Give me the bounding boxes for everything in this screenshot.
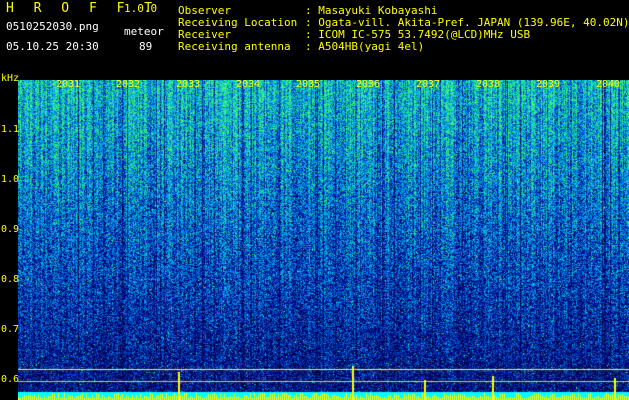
info-value-antenna: : A504HB(yagi 4el) (305, 40, 425, 53)
info-label-location: Receiving Location (178, 16, 298, 29)
y-tick-label: 1.0 (1, 174, 20, 185)
y-tick-label: 1.1 (1, 124, 20, 135)
x-tick-label: 2040 (596, 79, 621, 90)
app-version: 1.0.0 (124, 2, 158, 15)
y-tick-label: 0.8 (1, 274, 20, 285)
x-tick-label: 2032 (116, 79, 141, 90)
x-tick-label: 2035 (296, 79, 321, 90)
x-tick-label: 2039 (536, 79, 561, 90)
meteor-count: 89 (139, 40, 153, 53)
info-value-observer: : Masayuki Kobayashi (305, 4, 438, 17)
x-tick-label: 2037 (416, 79, 441, 90)
x-tick-label: 2031 (56, 79, 81, 90)
x-tick-label: 2033 (176, 79, 201, 90)
spectrogram-canvas (18, 80, 629, 400)
image-filename: 0510252030.png (6, 20, 99, 33)
header-panel: H R O F F T 1.0.0 0510252030.png meteor … (0, 0, 629, 80)
info-value-location: : Ogata-vill. Akita-Pref. JAPAN (139.96E… (305, 16, 629, 29)
y-axis-unit: kHz (1, 73, 20, 84)
y-axis: kHz 1.1 1.0 0.9 0.8 0.7 0.6 (0, 73, 20, 400)
info-value-receiver: : ICOM IC-575 53.7492(@LCD)MHz USB (305, 28, 531, 41)
y-tick-label: 0.6 (1, 374, 20, 385)
observation-datetime: 05.10.25 20:30 (6, 40, 99, 53)
x-tick-label: 2034 (236, 79, 261, 90)
y-tick-label: 0.7 (1, 324, 20, 335)
info-label-receiver: Receiver (178, 28, 231, 41)
info-label-antenna: Receiving antenna (178, 40, 291, 53)
x-tick-label: 2038 (476, 79, 501, 90)
observation-mode: meteor (124, 25, 164, 38)
info-label-observer: Observer (178, 4, 231, 17)
x-tick-label: 2036 (356, 79, 381, 90)
y-tick-label: 0.9 (1, 224, 20, 235)
